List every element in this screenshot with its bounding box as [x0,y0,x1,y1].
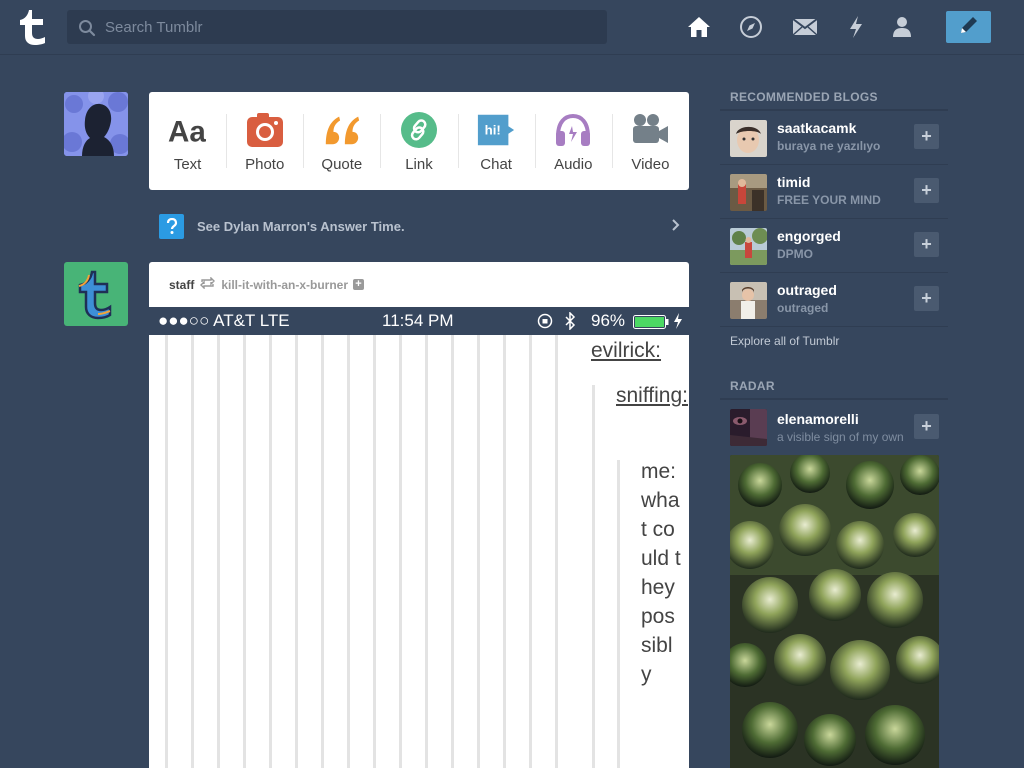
chat-icon: hi! [476,110,516,150]
blog-avatar[interactable] [730,409,767,446]
blog-avatar[interactable] [730,228,767,265]
post-source-link[interactable]: kill-it-with-an-x-burner [221,278,348,292]
blog-avatar[interactable] [730,174,767,211]
post-type-chat[interactable]: hi! Chat [457,92,535,190]
phone-statusbar: ●●●○○ AT&T LTE 11:54 PM 96% [149,307,689,335]
bluetooth-icon [565,311,576,335]
post-type-label: Chat [480,156,512,173]
headphones-icon [553,110,593,150]
blog-avatar[interactable] [730,282,767,319]
post-type-quote[interactable]: Quote [303,92,380,190]
post-type-label: Audio [554,156,593,173]
quote-bar [592,385,595,768]
radar-blog-item[interactable]: elenamorelli a visible sign of my own + [720,401,948,455]
svg-text:hi!: hi! [485,123,501,138]
svg-text:Aa: Aa [168,115,206,148]
tumblr-logo-icon[interactable] [17,8,49,46]
blog-subtitle: outraged [777,301,829,315]
search-box[interactable] [67,10,607,44]
divider [720,398,948,400]
carrier-text: ●●●○○ AT&T LTE [158,311,290,330]
recommended-blog-item[interactable]: outraged outraged + [720,273,948,327]
charging-bolt-icon [673,313,683,334]
post-header: staff kill-it-with-an-x-burner + [149,262,689,307]
compose-button[interactable] [946,11,991,43]
top-navbar [0,0,1024,55]
follow-plus-icon[interactable]: + [353,279,365,290]
user-avatar[interactable] [64,92,128,156]
blog-name[interactable]: elenamorelli [777,411,859,427]
follow-button[interactable]: + [914,232,939,257]
blog-subtitle: a visible sign of my own [777,430,904,444]
answer-time-text: See Dylan Marron's Answer Time. [197,218,405,234]
blog-name[interactable]: outraged [777,282,837,298]
post-type-label: Video [631,156,670,173]
reblog-icon [200,276,216,292]
battery-percent: 96% [591,311,626,330]
quote-icon [322,110,362,150]
radar-post-image[interactable] [730,455,939,768]
post-type-link[interactable]: Link [380,92,457,190]
answer-time-icon [159,213,184,239]
radar-title: RADAR [730,379,775,393]
lock-rotation-icon [537,313,554,334]
follow-button[interactable]: + [914,286,939,311]
post-type-video[interactable]: Video [611,92,689,190]
explore-link[interactable]: Explore all of Tumblr [730,334,839,348]
account-icon[interactable] [889,14,915,40]
blog-name[interactable]: timid [777,174,810,190]
staff-avatar[interactable] [64,262,128,326]
blog-name[interactable]: saatkacamk [777,120,856,136]
post-type-photo[interactable]: Photo [226,92,303,190]
blog-subtitle: FREE YOUR MIND [777,193,881,207]
home-icon[interactable] [686,14,712,40]
post-type-audio[interactable]: Audio [534,92,612,190]
inbox-icon[interactable] [792,14,818,40]
search-input[interactable] [105,10,595,44]
phone-time: 11:54 PM [382,311,454,330]
post-conversation: evilrick: sniffing: me: what could they … [149,335,689,768]
post-type-bar: Aa Text Photo Quote Link hi! Chat Audio [149,92,689,190]
reblog-message: me: what could they possibly [641,460,681,686]
compose-pencil-icon [958,14,980,41]
explore-icon[interactable] [738,14,764,40]
activity-icon[interactable] [843,14,869,40]
video-camera-icon [630,110,670,150]
text-icon: Aa [168,110,208,150]
blog-avatar[interactable] [730,120,767,157]
recommended-blogs-title: RECOMMENDED BLOGS [730,90,878,104]
post-type-label: Quote [321,156,363,173]
recommended-blog-item[interactable]: timid FREE YOUR MIND + [720,165,948,219]
blog-subtitle: buraya ne yazılıyo [777,139,881,153]
post-type-label: Text [173,156,202,173]
reblog-user-1: evilrick: [591,339,662,362]
battery-icon [633,314,669,334]
post-author-link[interactable]: staff [169,278,194,292]
post-photo[interactable]: ●●●○○ AT&T LTE 11:54 PM 96% evilrick: sn… [149,307,689,768]
reblog-user-2: sniffing: [616,384,688,407]
post-type-label: Photo [245,156,285,173]
recommended-blog-item[interactable]: engorged DPMO + [720,219,948,273]
quote-bar [617,460,620,768]
blog-name[interactable]: engorged [777,228,841,244]
post-type-label: Link [405,156,433,173]
blog-subtitle: DPMO [777,247,813,261]
chevron-right-icon [671,218,681,237]
follow-button[interactable]: + [914,124,939,149]
link-icon [399,110,439,150]
recommended-blog-item[interactable]: saatkacamk buraya ne yazılıyo + [720,111,948,165]
dashboard-post: staff kill-it-with-an-x-burner + ●●●○○ A… [149,262,689,768]
follow-button[interactable]: + [914,178,939,203]
search-icon [78,19,96,37]
follow-button[interactable]: + [914,414,939,439]
camera-icon [245,110,285,150]
answer-time-banner[interactable]: See Dylan Marron's Answer Time. [159,213,689,239]
post-type-text[interactable]: Aa Text [149,92,226,190]
